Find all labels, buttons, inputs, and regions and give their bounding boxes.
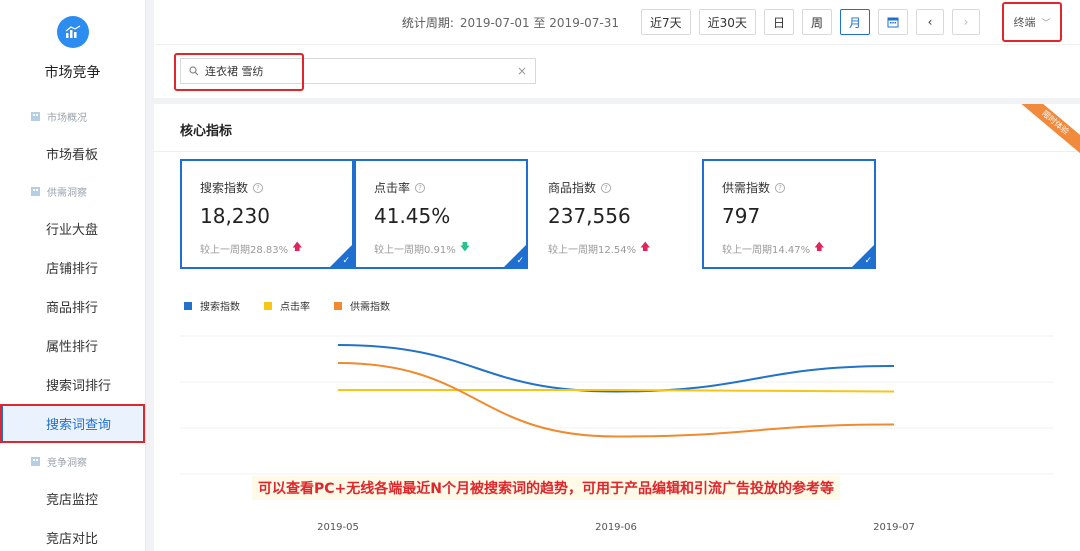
sidebar-item-competitor-monitor[interactable]: 竞店监控: [0, 479, 145, 518]
metric-delta: 较上一周期12.54%: [548, 245, 637, 256]
week-button[interactable]: 周: [801, 9, 832, 35]
check-icon: ✓: [516, 256, 524, 266]
help-icon[interactable]: ?: [253, 182, 264, 193]
legend-item-search-index[interactable]: 搜索指数: [184, 298, 240, 313]
nav-group-supply-demand: 供需洞察: [0, 173, 145, 209]
sidebar-item-competitor-compare[interactable]: 竞店对比: [0, 518, 145, 551]
sidebar-item-shop-rank[interactable]: 店铺排行: [0, 248, 145, 287]
chevron-down-icon: ﹀: [1041, 18, 1051, 29]
sidebar-item-keyword-query[interactable]: 搜索词查询: [0, 404, 145, 443]
metric-cards: 搜索指数? 18,230 较上一周期28.83% 🡅 ✓ 点击率? 41.45% …: [180, 159, 876, 269]
chart-legend: 搜索指数 点击率 供需指数: [184, 298, 414, 313]
month-button[interactable]: 月: [839, 9, 870, 35]
sidebar-item-keyword-rank[interactable]: 搜索词排行: [0, 365, 145, 404]
metric-card-search-index[interactable]: 搜索指数? 18,230 较上一周期28.83% 🡅 ✓: [180, 159, 354, 269]
core-metrics-panel: 核心指标 限时体验 搜索指数? 18,230 较上一周期28.83% 🡅 ✓ 点击…: [154, 104, 1080, 551]
help-icon[interactable]: ?: [775, 182, 786, 193]
trial-ribbon: 限时体验: [1016, 104, 1080, 154]
legend-item-click-rate[interactable]: 点击率: [264, 298, 310, 313]
metric-value: 237,556: [548, 204, 631, 228]
sidebar-item-industry[interactable]: 行业大盘: [0, 209, 145, 248]
chevron-left-icon: ‹: [927, 15, 933, 29]
nav-group-competition: 竞争洞察: [0, 443, 145, 479]
period-label: 统计周期: 2019-07-01 至 2019-07-31: [401, 15, 620, 30]
metric-value: 41.45%: [374, 204, 451, 228]
day-button[interactable]: 日: [763, 9, 794, 35]
metric-value: 797: [722, 204, 761, 228]
metric-delta: 较上一周期14.47%: [722, 245, 811, 256]
sidebar-header: 市场竞争: [0, 0, 145, 98]
sidebar-title: 市场竞争: [44, 65, 101, 81]
metric-card-supply-demand-index[interactable]: 供需指数? 797 较上一周期14.47% 🡅 ✓: [702, 159, 876, 269]
chevron-right-icon: ›: [963, 15, 969, 29]
x-tick-label: 2019-05: [317, 522, 359, 533]
trend-chart: 2019-05 2019-06 2019-07: [180, 335, 1054, 533]
panel-title: 核心指标: [180, 124, 233, 139]
building-icon: [31, 111, 40, 121]
prev-period-button[interactable]: ‹: [916, 9, 944, 35]
search-highlight-box: [174, 53, 304, 91]
nav-group-market-overview: 市场概况: [0, 98, 145, 134]
building-icon: [31, 456, 40, 466]
metric-card-click-rate[interactable]: 点击率? 41.45% 较上一周期0.91% 🡇 ✓: [354, 159, 528, 269]
arrow-up-icon: 🡅: [292, 242, 303, 253]
clear-icon[interactable]: ×: [517, 64, 527, 78]
metric-delta: 较上一周期28.83%: [200, 245, 289, 256]
series-line-0: [337, 344, 895, 393]
building-icon: [31, 186, 40, 196]
x-tick-label: 2019-06: [595, 522, 637, 533]
metric-card-product-index[interactable]: 商品指数? 237,556 较上一周期12.54% 🡅: [528, 159, 702, 269]
series-line-2: [337, 362, 895, 438]
last-30-days-button[interactable]: 近30天: [698, 9, 756, 35]
device-select[interactable]: 终端 ﹀: [1002, 2, 1062, 42]
sidebar: 市场竞争 市场概况 市场看板 供需洞察 行业大盘 店铺排行 商品排行 属性排行 …: [0, 0, 146, 551]
help-icon[interactable]: ?: [415, 182, 426, 193]
top-toolbar: 统计周期: 2019-07-01 至 2019-07-31 近7天 近30天 日 …: [154, 0, 1080, 44]
arrow-up-icon: 🡅: [640, 242, 651, 253]
arrow-up-icon: 🡅: [814, 242, 825, 253]
annotation-caption: 可以查看PC+无线各端最近N个月被搜索词的趋势，可用于产品编辑和引流广告投放的参…: [252, 476, 840, 500]
sidebar-item-attribute-rank[interactable]: 属性排行: [0, 326, 145, 365]
metric-value: 18,230: [200, 204, 270, 228]
next-period-button[interactable]: ›: [952, 9, 980, 35]
sidebar-item-product-rank[interactable]: 商品排行: [0, 287, 145, 326]
trial-ribbon-label: 限时体验: [1017, 104, 1080, 154]
arrow-down-icon: 🡇: [459, 242, 471, 253]
metric-delta: 较上一周期0.91%: [374, 245, 456, 256]
sidebar-item-market-board[interactable]: 市场看板: [0, 134, 145, 173]
check-icon: ✓: [342, 256, 350, 266]
market-chart-icon: [56, 16, 89, 48]
calendar-button[interactable]: [878, 9, 908, 35]
legend-item-supply-demand[interactable]: 供需指数: [334, 298, 390, 313]
calendar-icon: [887, 17, 899, 28]
last-7-days-button[interactable]: 近7天: [641, 9, 691, 35]
period-value: 2019-07-01 至 2019-07-31: [459, 15, 620, 30]
panel-divider: [154, 151, 1080, 152]
check-icon: ✓: [864, 256, 872, 266]
x-tick-label: 2019-07: [873, 522, 915, 533]
help-icon[interactable]: ?: [601, 182, 612, 193]
search-row: 连衣裙 雪纺 ×: [154, 44, 1080, 98]
